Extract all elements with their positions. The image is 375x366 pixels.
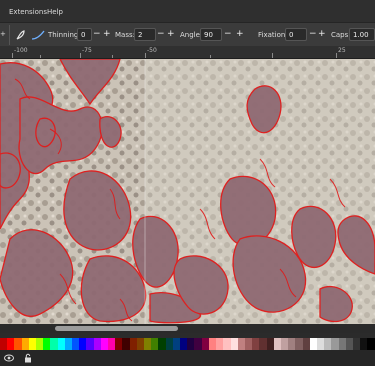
ruler-tick (145, 53, 146, 58)
mass-label: Mass: (115, 31, 135, 39)
fixation-label: Fixation: (258, 31, 288, 39)
ruler-tick (12, 53, 13, 58)
palette-swatch[interactable] (295, 338, 303, 350)
ruler-tick (40, 55, 41, 58)
palette-swatch[interactable] (43, 338, 51, 350)
caps-input[interactable]: 1.00 (349, 28, 375, 41)
fixation-increment-button[interactable]: + (318, 29, 326, 39)
scrollbar-thumb[interactable] (55, 326, 178, 331)
palette-swatch[interactable] (151, 338, 159, 350)
pen-icon[interactable] (15, 29, 27, 41)
palette-swatch[interactable] (223, 338, 231, 350)
palette-swatch[interactable] (129, 338, 137, 350)
ruler-label: -50 (147, 47, 157, 54)
menu-help[interactable]: Help (47, 8, 63, 16)
palette-swatch[interactable] (288, 338, 296, 350)
palette-swatch[interactable] (331, 338, 339, 350)
palette-swatch[interactable] (28, 338, 37, 350)
ruler-tick (80, 53, 81, 58)
fixation-decrement-button[interactable]: − (309, 29, 317, 39)
menu-bar: Extensions Help (0, 0, 375, 22)
palette-swatch[interactable] (360, 338, 368, 350)
palette-swatch[interactable] (309, 338, 317, 350)
fixation-input[interactable]: 0 (285, 28, 307, 41)
thinning-label: Thinning: (48, 31, 81, 39)
palette-swatch[interactable] (93, 338, 101, 350)
cut-off-plus-button[interactable]: + (0, 30, 6, 38)
palette-swatch[interactable] (216, 338, 224, 350)
palette-swatch[interactable] (338, 338, 346, 350)
palette-swatch[interactable] (302, 338, 310, 350)
palette-swatch[interactable] (201, 338, 209, 350)
mass-decrement-button[interactable]: − (157, 29, 165, 39)
thinning-increment-button[interactable]: + (103, 29, 111, 39)
palette-swatch[interactable] (100, 338, 109, 350)
ruler-tick (112, 55, 113, 58)
palette-swatch[interactable] (115, 338, 123, 350)
horizontal-scrollbar[interactable] (0, 324, 375, 333)
ruler-label: -100 (14, 47, 28, 54)
mass-increment-button[interactable]: + (167, 29, 175, 39)
palette-swatch[interactable] (187, 338, 195, 350)
palette-swatch[interactable] (237, 338, 245, 350)
palette-swatch[interactable] (324, 338, 332, 350)
palette-swatch[interactable] (64, 338, 73, 350)
ruler-tick (336, 53, 337, 58)
palette-swatch[interactable] (144, 338, 152, 350)
palette-swatch[interactable] (266, 338, 274, 350)
palette-swatch[interactable] (86, 338, 94, 350)
menu-extensions[interactable]: Extensions (9, 8, 47, 16)
thinning-decrement-button[interactable]: − (93, 29, 101, 39)
palette-swatch[interactable] (194, 338, 202, 350)
ruler-tick (210, 55, 211, 58)
status-bar (0, 350, 375, 366)
traced-image (0, 59, 375, 324)
palette-swatch[interactable] (316, 338, 325, 350)
palette-swatch[interactable] (0, 338, 8, 350)
angle-label: Angle: (180, 31, 203, 39)
palette-swatch[interactable] (352, 338, 361, 350)
palette-swatch[interactable] (208, 338, 217, 350)
horizontal-ruler[interactable]: -100 -75 -50 25 (0, 46, 375, 59)
palette-swatch[interactable] (21, 338, 29, 350)
palette-swatch[interactable] (273, 338, 281, 350)
angle-increment-button[interactable]: + (236, 29, 244, 39)
angle-input[interactable]: 90 (200, 28, 222, 41)
caps-label: Caps: (331, 31, 351, 39)
palette-swatch[interactable] (244, 338, 253, 350)
palette-swatch[interactable] (72, 338, 80, 350)
mass-input[interactable]: 2 (134, 28, 156, 41)
tool-controls-bar: + Thinning: 0 − + Mass: 2 − + Angle: 90 … (0, 22, 375, 47)
palette-swatch[interactable] (57, 338, 65, 350)
ruler-label: 25 (338, 47, 346, 54)
thinning-input[interactable]: 0 (77, 28, 92, 41)
eye-icon[interactable] (4, 354, 14, 362)
palette-swatch[interactable] (252, 338, 260, 350)
palette-swatch[interactable] (14, 338, 22, 350)
ruler-tick (272, 53, 273, 58)
color-palette (0, 338, 375, 350)
palette-swatch[interactable] (345, 338, 353, 350)
palette-swatch[interactable] (230, 338, 238, 350)
palette-swatch[interactable] (7, 338, 15, 350)
separator (9, 25, 10, 45)
palette-swatch[interactable] (122, 338, 130, 350)
palette-swatch[interactable] (165, 338, 173, 350)
palette-swatch[interactable] (180, 338, 188, 350)
palette-swatch[interactable] (158, 338, 166, 350)
ruler-label: -75 (82, 47, 92, 54)
palette-swatch[interactable] (50, 338, 58, 350)
palette-swatch[interactable] (280, 338, 289, 350)
palette-swatch[interactable] (172, 338, 181, 350)
palette-swatch[interactable] (36, 338, 44, 350)
palette-swatch[interactable] (79, 338, 87, 350)
palette-swatch[interactable] (259, 338, 267, 350)
palette-swatch[interactable] (367, 338, 375, 350)
drawing-canvas[interactable] (0, 59, 375, 324)
angle-decrement-button[interactable]: − (224, 29, 232, 39)
lock-icon[interactable] (24, 353, 32, 363)
curve-icon[interactable] (31, 29, 45, 41)
palette-swatch[interactable] (136, 338, 145, 350)
palette-swatch[interactable] (108, 338, 116, 350)
